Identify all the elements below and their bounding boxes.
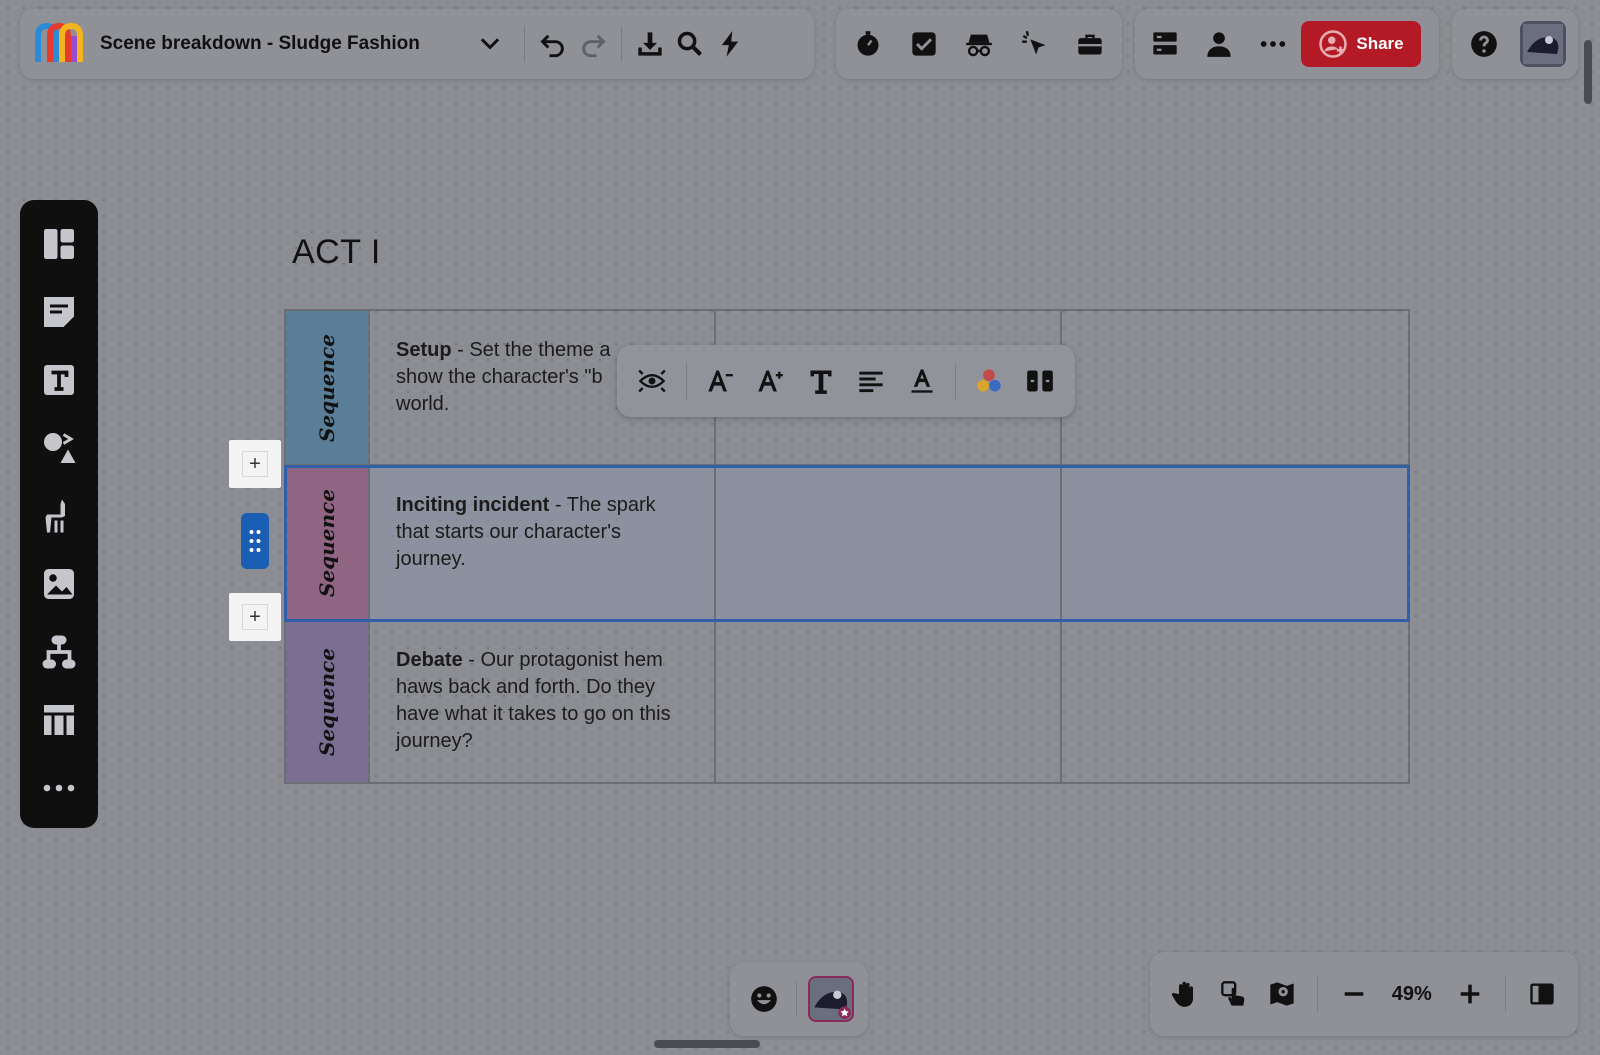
cell-body-line: world.	[396, 393, 450, 415]
avatar-image-icon	[810, 978, 852, 1020]
divider	[955, 363, 956, 399]
add-row-below-button[interactable]: +	[229, 593, 281, 641]
cell-title: Inciting incident	[396, 494, 550, 516]
divider	[621, 26, 622, 62]
divider	[685, 363, 687, 399]
cell-title: Debate	[396, 649, 463, 671]
table-icon[interactable]	[31, 692, 87, 747]
reactions-bar	[730, 962, 868, 1036]
add-user-icon	[1319, 30, 1348, 58]
timer-icon[interactable]	[848, 24, 888, 64]
mind-map-icon[interactable]	[31, 624, 87, 679]
board-menu-chevron-icon[interactable]	[470, 24, 510, 64]
share-label: Share	[1356, 34, 1404, 53]
user-icon[interactable]	[1199, 24, 1239, 64]
align-left-icon[interactable]	[849, 361, 894, 401]
redo-icon[interactable]	[573, 24, 613, 64]
vertical-scrollbar[interactable]	[1584, 40, 1592, 104]
checkbox-icon[interactable]	[904, 24, 944, 64]
table-cell-text[interactable]: Debate - Our protagonist hem haws back a…	[370, 621, 716, 782]
user-avatar[interactable]	[1520, 21, 1566, 67]
zoom-in-icon[interactable]	[1450, 974, 1490, 1014]
table-cell[interactable]	[1062, 466, 1408, 621]
left-sidebar	[20, 200, 98, 828]
share-button[interactable]: Share	[1301, 21, 1421, 67]
divider	[1505, 976, 1507, 1012]
zoom-level[interactable]: 49%	[1382, 983, 1442, 1006]
text-format-toolbar	[617, 345, 1075, 417]
add-row-above-button[interactable]: +	[229, 440, 281, 488]
templates-icon[interactable]	[31, 216, 87, 271]
sequence-label: Sequence	[315, 647, 339, 756]
download-icon[interactable]	[630, 24, 670, 64]
incognito-icon[interactable]	[959, 24, 999, 64]
table-cell[interactable]	[716, 466, 1062, 621]
toolbox-icon[interactable]	[1070, 24, 1110, 64]
cell-body-line: show the character's "b	[396, 366, 603, 388]
more-options-icon[interactable]	[1253, 24, 1293, 64]
user-avatar-badge[interactable]	[808, 976, 854, 1022]
increase-font-icon[interactable]	[748, 361, 793, 401]
plus-icon: +	[242, 604, 268, 630]
table-cell[interactable]	[1062, 311, 1408, 466]
zoom-out-icon[interactable]	[1334, 974, 1374, 1014]
sequence-cell[interactable]: Sequence	[286, 466, 370, 621]
focus-eye-icon[interactable]	[630, 361, 675, 401]
cell-title: Setup	[396, 339, 452, 361]
decrease-font-icon[interactable]	[697, 361, 742, 401]
emoji-icon[interactable]	[744, 979, 784, 1019]
divider	[795, 981, 797, 1017]
undo-icon[interactable]	[533, 24, 573, 64]
help-icon[interactable]	[1464, 24, 1504, 64]
sequence-cell[interactable]: Sequence	[286, 311, 370, 466]
sequence-label: Sequence	[315, 488, 339, 597]
color-palette-icon[interactable]	[967, 361, 1012, 401]
map-pin-icon[interactable]	[1262, 974, 1302, 1014]
layout-list-icon[interactable]	[1145, 24, 1185, 64]
text-color-icon[interactable]	[900, 361, 945, 401]
shapes-icon[interactable]	[31, 420, 87, 475]
tools-toolbar	[836, 9, 1122, 79]
drag-dots-icon	[249, 530, 261, 552]
divider	[524, 26, 525, 62]
text-tool-icon[interactable]	[31, 352, 87, 407]
table-cell[interactable]	[1062, 621, 1408, 782]
table-cell-text[interactable]: Inciting incident - The spark that start…	[370, 466, 716, 621]
more-tools-icon[interactable]	[31, 760, 87, 815]
search-icon[interactable]	[670, 24, 710, 64]
font-style-icon[interactable]	[798, 361, 843, 401]
divider	[1317, 976, 1319, 1012]
minimap-toggle-icon[interactable]	[1522, 974, 1562, 1014]
account-toolbar	[1452, 9, 1578, 79]
board-title[interactable]: Scene breakdown - Sludge Fashion	[100, 33, 470, 55]
avatar-image-icon	[1523, 24, 1563, 64]
llama-icon[interactable]	[31, 488, 87, 543]
lightning-icon[interactable]	[710, 24, 750, 64]
act-title[interactable]: ACT I	[292, 233, 381, 272]
board-toolbar: Scene breakdown - Sludge Fashion	[20, 9, 814, 79]
collab-toolbar: Share	[1135, 9, 1439, 79]
cell-body: - Set the theme a	[451, 339, 611, 361]
sequence-label: Sequence	[315, 333, 339, 442]
app-logo[interactable]	[34, 22, 88, 66]
sticky-note-icon[interactable]	[31, 284, 87, 339]
image-icon[interactable]	[31, 556, 87, 611]
row-drag-handle[interactable]	[241, 513, 269, 569]
plus-icon: +	[242, 451, 268, 477]
touch-select-icon[interactable]	[1214, 974, 1254, 1014]
cursor-click-icon[interactable]	[1015, 24, 1055, 64]
sequence-cell[interactable]: Sequence	[286, 621, 370, 782]
table-cell[interactable]	[716, 621, 1062, 782]
split-cells-icon[interactable]	[1017, 361, 1062, 401]
horizontal-scrollbar[interactable]	[654, 1040, 760, 1048]
navigation-bar: 49%	[1150, 952, 1578, 1036]
hand-pan-icon[interactable]	[1166, 974, 1206, 1014]
